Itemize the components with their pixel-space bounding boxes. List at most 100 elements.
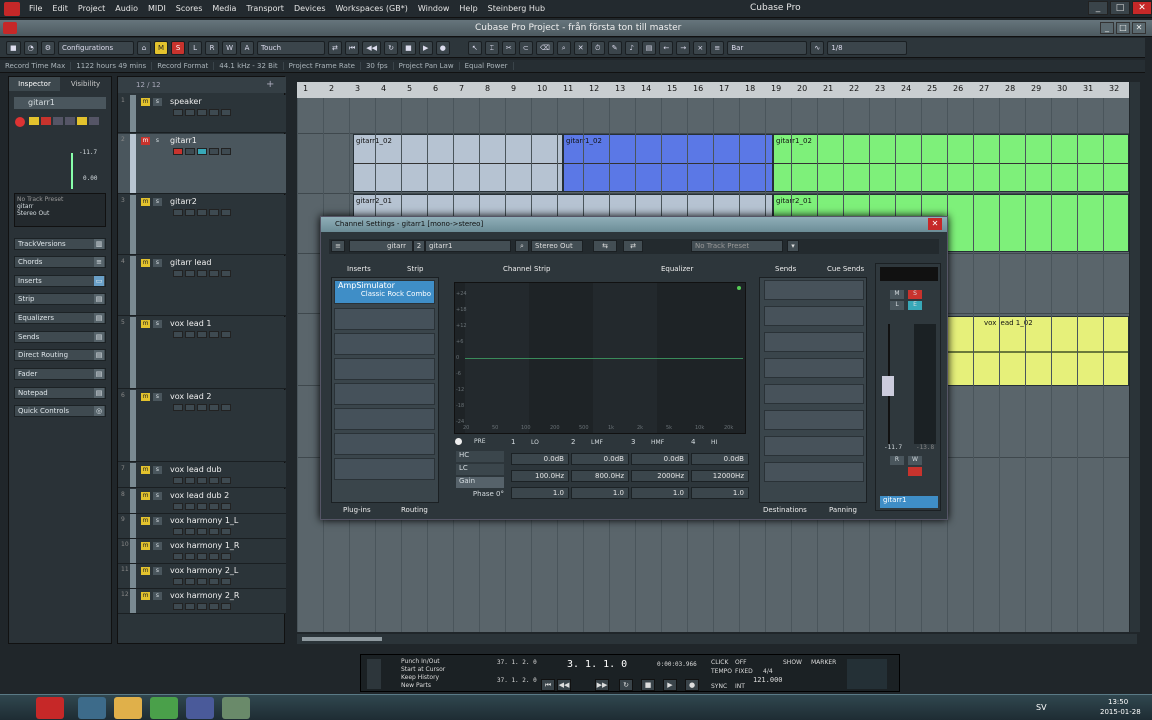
record-icon[interactable]: ● [435,40,450,55]
project-maximize-icon[interactable]: □ [1116,22,1130,34]
mute-button[interactable]: m [141,259,150,267]
zoom-tool-icon[interactable]: ⌕ [556,40,571,55]
track-row[interactable]: 12 m s vox harmony 2_R [118,589,286,614]
eq-band-number[interactable]: 2 [571,438,575,446]
mute-button[interactable]: m [141,98,150,106]
fader-handle[interactable] [882,376,894,396]
draw-tool-icon[interactable]: ✎ [607,40,622,55]
eq-band-type[interactable]: LMF [591,439,603,446]
fader-solo-button[interactable]: S [908,290,922,299]
send-slot-5[interactable] [764,384,864,404]
pan-law-value[interactable]: Equal Power [460,62,514,70]
eq-curve-display[interactable]: +24 +18 +12 +6 0 -6 -12 -18 -24 20 50 100 200 500 1k 2… [454,282,746,434]
marker-label[interactable]: MARKER [811,659,836,666]
channel-settings-title[interactable]: Channel Settings - gitarr1 [mono->stereo… [321,217,947,232]
menu-media[interactable]: Media [207,4,241,13]
tab-inserts[interactable]: Inserts [347,263,371,275]
mute-button[interactable]: m [141,492,150,500]
track-name[interactable]: vox harmony 1_L [170,516,238,525]
channel-nav-arrows-icon[interactable]: ⇆ [593,240,617,252]
ruler-bar-number[interactable]: 31 [1083,84,1093,93]
horizontal-scrollbar[interactable] [297,634,1137,644]
solo-button[interactable]: s [153,567,162,575]
sync-state[interactable]: INT [735,683,745,690]
track-name[interactable]: vox harmony 2_R [170,591,239,600]
record-icon[interactable]: ● [685,679,699,691]
ruler-bar-number[interactable]: 5 [407,84,412,93]
insert-slot-4[interactable] [334,358,435,380]
insert-slot-1[interactable]: AmpSimulator Classic Rock Combo [334,280,435,304]
send-slot-3[interactable] [764,332,864,352]
channel-input-field[interactable]: gitarr [349,240,413,252]
track-row[interactable]: 9 m s vox harmony 1_L [118,514,286,539]
eq-band-gain[interactable]: 0.0dB [691,453,749,465]
eq-band-q[interactable]: 1.0 [691,487,749,499]
ruler-bar-number[interactable]: 17 [719,84,729,93]
solo-all-button[interactable]: S [171,40,186,55]
keep-history[interactable]: Keep History [401,674,439,681]
insert-slot-6[interactable] [334,408,435,430]
eq-band-q[interactable]: 1.0 [511,487,569,499]
rewind-icon[interactable]: ◀◀ [557,679,571,691]
ruler-bar-number[interactable]: 12 [589,84,599,93]
channel-preset-menu-icon[interactable]: ▾ [787,240,799,252]
ruler-bar-number[interactable]: 7 [459,84,464,93]
mute-button[interactable]: m [141,320,150,328]
split-tool-icon[interactable]: ✂ [501,40,516,55]
track-name[interactable]: gitarr1 [170,136,197,145]
secondary-time-display[interactable]: 0:00:03.966 [657,661,697,668]
track-row[interactable]: 3 m s gitarr2 [118,195,286,255]
mute-button[interactable]: m [141,466,150,474]
inspector-lock-icon[interactable] [89,117,99,125]
show-label[interactable]: SHOW [783,659,802,666]
solo-button[interactable]: s [153,259,162,267]
eq-band-gain[interactable]: 0.0dB [571,453,629,465]
ruler-bar-number[interactable]: 32 [1109,84,1119,93]
eq-band-q[interactable]: 1.0 [631,487,689,499]
section-chords[interactable]: Chords ≡ [14,256,106,268]
mute-tool-icon[interactable]: ✕ [573,40,588,55]
fader-listen-button[interactable]: L [890,301,904,310]
insert-slot-8[interactable] [334,458,435,480]
fader-mute-button[interactable]: M [890,290,904,299]
tab-plugins[interactable]: Plug-ins [343,504,371,516]
eq-band-number[interactable]: 4 [691,438,695,446]
ruler-bar-number[interactable]: 1 [303,84,308,93]
solo-button[interactable]: s [153,542,162,550]
insert-slot-5[interactable] [334,383,435,405]
audio-event-gitarr1-selected[interactable]: gitarr1_02 [563,134,773,192]
eq-power-icon[interactable] [455,438,462,445]
eq-band-number[interactable]: 3 [631,438,635,446]
channel-output-field[interactable]: Stereo Out [531,240,583,252]
track-row[interactable]: 5 m s vox lead 1 [118,317,286,389]
mute-button[interactable]: m [141,592,150,600]
fader-value[interactable]: -11.7 [884,444,902,451]
inspector-input[interactable]: gitarr [17,203,103,210]
track-row[interactable]: 7 m s vox lead dub [118,463,286,488]
add-track-icon[interactable]: + [266,79,274,90]
solo-button[interactable]: s [153,592,162,600]
new-parts[interactable]: New Parts [401,682,431,689]
erase-tool-icon[interactable]: ⌫ [535,40,554,55]
folder-icon[interactable] [114,697,142,719]
nudge-left-icon[interactable]: ← [659,40,674,55]
play-icon[interactable]: ▶ [418,40,433,55]
insert-slot-7[interactable] [334,433,435,455]
section-quick-controls[interactable]: Quick Controls ◎ [14,405,106,417]
fast-forward-icon[interactable]: ▶▶ [595,679,609,691]
automation-button[interactable]: A [239,40,254,55]
ruler-bar-number[interactable]: 20 [797,84,807,93]
channel-name-field[interactable]: gitarr1 [425,240,511,252]
tab-equalizer[interactable]: Equalizer [661,263,693,275]
menu-transport[interactable]: Transport [241,4,289,13]
ruler-bar-number[interactable]: 4 [381,84,386,93]
ruler-bar-number[interactable]: 23 [875,84,885,93]
click-state[interactable]: OFF [735,659,747,666]
ruler-bar-number[interactable]: 27 [979,84,989,93]
eq-gain-slider[interactable]: Gain [456,477,504,488]
language-indicator[interactable]: SV [1036,703,1047,712]
eq-band-q[interactable]: 1.0 [571,487,629,499]
quantize-preset-dropdown[interactable]: 1/8 [827,40,908,55]
eq-band-frequency[interactable]: 100.0Hz [511,470,569,482]
project-minimize-icon[interactable]: _ [1100,22,1114,34]
